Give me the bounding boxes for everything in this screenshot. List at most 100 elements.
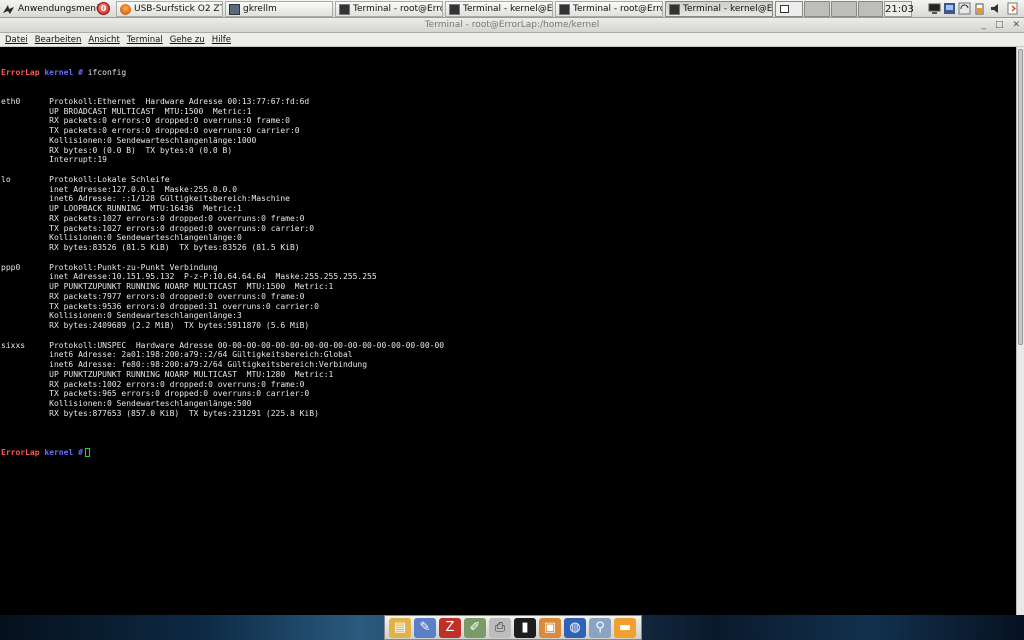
output-line: inet6 Adresse: fe80::98:200:a79:2/64 Gül… bbox=[1, 360, 368, 369]
output-line: RX bytes:0 (0.0 B) TX bytes:0 (0.0 B) bbox=[1, 145, 233, 155]
inkscape-icon[interactable]: ✎ bbox=[414, 617, 436, 638]
output-line: UP PUNKTZUPUNKT RUNNING NOARP MULTICAST … bbox=[1, 282, 334, 291]
output-line: inet Adresse:10.151.95.132 P-z-P:10.64.6… bbox=[1, 272, 377, 282]
notification-badge[interactable]: 0 bbox=[97, 2, 110, 15]
taskbar-item-terminal-1[interactable]: Terminal - root@Error... bbox=[335, 1, 443, 17]
browser-globe-icon[interactable]: ◍ bbox=[564, 617, 586, 638]
output-line: inet6 Adresse: 2a01:198:200:a79::2/64 Gü… bbox=[1, 350, 353, 360]
text-cursor bbox=[84, 447, 90, 457]
workspace-window-icon bbox=[780, 5, 789, 13]
window-titlebar[interactable]: Terminal - root@ErrorLap:/home/kernel _ … bbox=[0, 18, 1024, 33]
logout-icon[interactable] bbox=[1006, 2, 1019, 15]
clock[interactable]: 21:03 bbox=[884, 1, 914, 17]
folder-icon[interactable]: ▬ bbox=[614, 617, 636, 638]
output-line: TX packets:965 errors:0 dropped:0 overru… bbox=[1, 389, 310, 399]
taskbar-item-terminal-2[interactable]: Terminal - kernel@Er... bbox=[445, 1, 553, 17]
taskbar-item-label: gkrellm bbox=[243, 4, 277, 14]
output-line: Kollisionen:0 Sendewarteschlangenlänge:0 bbox=[1, 233, 242, 243]
sync-icon[interactable] bbox=[958, 2, 971, 15]
taskbar-item-firefox[interactable]: USB-Surfstick O2 ZT... bbox=[116, 1, 223, 17]
current-prompt-line[interactable]: ErrorLap kernel # bbox=[1, 447, 1016, 458]
command-line: ErrorLap kernel # ifconfig bbox=[1, 68, 1016, 78]
dock: ▤ ✎ Z ✐ ⎙ ▮ ▣ ◍ ⚲ ▬ bbox=[384, 615, 642, 640]
taskbar-item-label: Terminal - kernel@Er... bbox=[463, 4, 553, 14]
prompt-host: ErrorLap bbox=[1, 447, 40, 457]
output-line: Kollisionen:0 Sendewarteschlangenlänge:5… bbox=[1, 399, 252, 408]
workspace-4[interactable] bbox=[858, 1, 883, 17]
prompt-dir: kernel # bbox=[44, 447, 83, 457]
gkrellm-icon bbox=[229, 3, 240, 15]
taskbar-item-label: Terminal - kernel@Er... bbox=[683, 4, 773, 14]
menu-terminal[interactable]: Terminal bbox=[127, 35, 163, 45]
output-line: Kollisionen:0 Sendewarteschlangenlänge:1… bbox=[1, 135, 257, 145]
volume-icon[interactable] bbox=[989, 2, 1002, 15]
terminal-output[interactable]: ErrorLap kernel # ifconfig eth0 Protokol… bbox=[0, 47, 1016, 615]
prompt-dir: kernel # bbox=[44, 67, 83, 77]
terminal-icon bbox=[449, 3, 460, 15]
output-line: RX bytes:2409689 (2.2 MiB) TX bytes:5911… bbox=[1, 321, 310, 330]
output-line: RX bytes:83526 (81.5 KiB) TX bytes:83526… bbox=[1, 243, 300, 252]
minimize-icon[interactable]: _ bbox=[981, 18, 986, 33]
taskbar-item-label: Terminal - root@Error... bbox=[353, 4, 442, 14]
monitor-icon[interactable] bbox=[928, 2, 941, 15]
menu-bearbeiten[interactable]: Bearbeiten bbox=[35, 35, 82, 45]
terminal-icon bbox=[559, 3, 570, 15]
output-line: RX packets:1002 errors:0 dropped:0 overr… bbox=[1, 379, 305, 389]
text-editor-icon[interactable]: ✐ bbox=[464, 617, 486, 638]
firefox-icon bbox=[120, 3, 131, 15]
output-line: sixxs Protokoll:UNSPEC Hardware Adresse … bbox=[1, 340, 445, 350]
file-manager-icon[interactable]: ▤ bbox=[389, 617, 411, 638]
terminal-icon[interactable]: ▮ bbox=[514, 617, 536, 638]
menu-datei[interactable]: Datei bbox=[5, 35, 28, 45]
taskbar-item-label: Terminal - root@Error... bbox=[573, 4, 662, 14]
network-icon[interactable] bbox=[943, 2, 956, 15]
output-line: ppp0 Protokoll:Punkt-zu-Punkt Verbindung bbox=[1, 262, 218, 272]
menu-hilfe[interactable]: Hilfe bbox=[212, 35, 231, 45]
output-line: RX packets:0 errors:0 dropped:0 overruns… bbox=[1, 116, 290, 126]
search-icon[interactable]: ⚲ bbox=[589, 617, 611, 638]
battery-icon[interactable] bbox=[973, 2, 986, 15]
output-line: eth0 Protokoll:Ethernet Hardware Adresse… bbox=[1, 96, 310, 106]
menu-gehe-zu[interactable]: Gehe zu bbox=[170, 35, 205, 45]
application-menu-label: Anwendungsmenü bbox=[18, 4, 102, 14]
output-line: Interrupt:19 bbox=[1, 155, 107, 165]
prompt-host: ErrorLap bbox=[1, 67, 40, 77]
terminal-icon bbox=[339, 3, 350, 15]
maximize-icon[interactable]: □ bbox=[995, 18, 1004, 33]
taskbar-item-terminal-4[interactable]: Terminal - kernel@Er... bbox=[665, 1, 773, 17]
scrollbar-thumb[interactable] bbox=[1018, 49, 1023, 345]
output-line: RX packets:7977 errors:0 dropped:0 overr… bbox=[1, 291, 305, 301]
output-line: TX packets:1027 errors:0 dropped:0 overr… bbox=[1, 223, 315, 233]
command-text: ifconfig bbox=[87, 67, 127, 77]
output-block: eth0 Protokoll:Ethernet Hardware Adresse… bbox=[1, 97, 1016, 429]
menubar: Datei Bearbeiten Ansicht Terminal Gehe z… bbox=[0, 33, 1024, 47]
output-line: RX bytes:877653 (857.0 KiB) TX bytes:231… bbox=[1, 408, 319, 418]
workspace-3[interactable] bbox=[831, 1, 857, 17]
package-icon[interactable]: ▣ bbox=[539, 617, 561, 638]
output-line: inet6 Adresse: ::1/128 Gültigkeitsbereic… bbox=[1, 194, 290, 204]
taskbar-item-label: USB-Surfstick O2 ZT... bbox=[134, 4, 223, 14]
taskbar-item-terminal-3[interactable]: Terminal - root@Error... bbox=[555, 1, 663, 17]
filezilla-icon[interactable]: Z bbox=[439, 617, 461, 638]
close-icon[interactable]: ✕ bbox=[1012, 18, 1020, 33]
application-menu-button[interactable]: Anwendungsmenü bbox=[2, 1, 102, 17]
top-panel: Anwendungsmenü 0 USB-Surfstick O2 ZT... … bbox=[0, 0, 1024, 18]
output-line: TX packets:9536 errors:0 dropped:31 over… bbox=[1, 301, 319, 311]
terminal-icon bbox=[669, 3, 680, 15]
workspace-2[interactable] bbox=[804, 1, 830, 17]
menu-ansicht[interactable]: Ansicht bbox=[88, 35, 119, 45]
printer-icon[interactable]: ⎙ bbox=[489, 617, 511, 638]
output-line: UP BROADCAST MULTICAST MTU:1500 Metric:1 bbox=[1, 106, 252, 116]
output-line: inet Adresse:127.0.0.1 Maske:255.0.0.0 bbox=[1, 184, 238, 194]
terminal-scrollbar[interactable] bbox=[1016, 47, 1024, 615]
output-line: UP PUNKTZUPUNKT RUNNING NOARP MULTICAST … bbox=[1, 369, 334, 379]
workspace-1[interactable] bbox=[775, 1, 803, 17]
output-line: lo Protokoll:Lokale Schleife bbox=[1, 174, 170, 184]
output-line: Kollisionen:0 Sendewarteschlangenlänge:3 bbox=[1, 311, 242, 321]
taskbar-item-gkrellm[interactable]: gkrellm bbox=[225, 1, 333, 17]
application-menu-icon bbox=[3, 4, 14, 14]
